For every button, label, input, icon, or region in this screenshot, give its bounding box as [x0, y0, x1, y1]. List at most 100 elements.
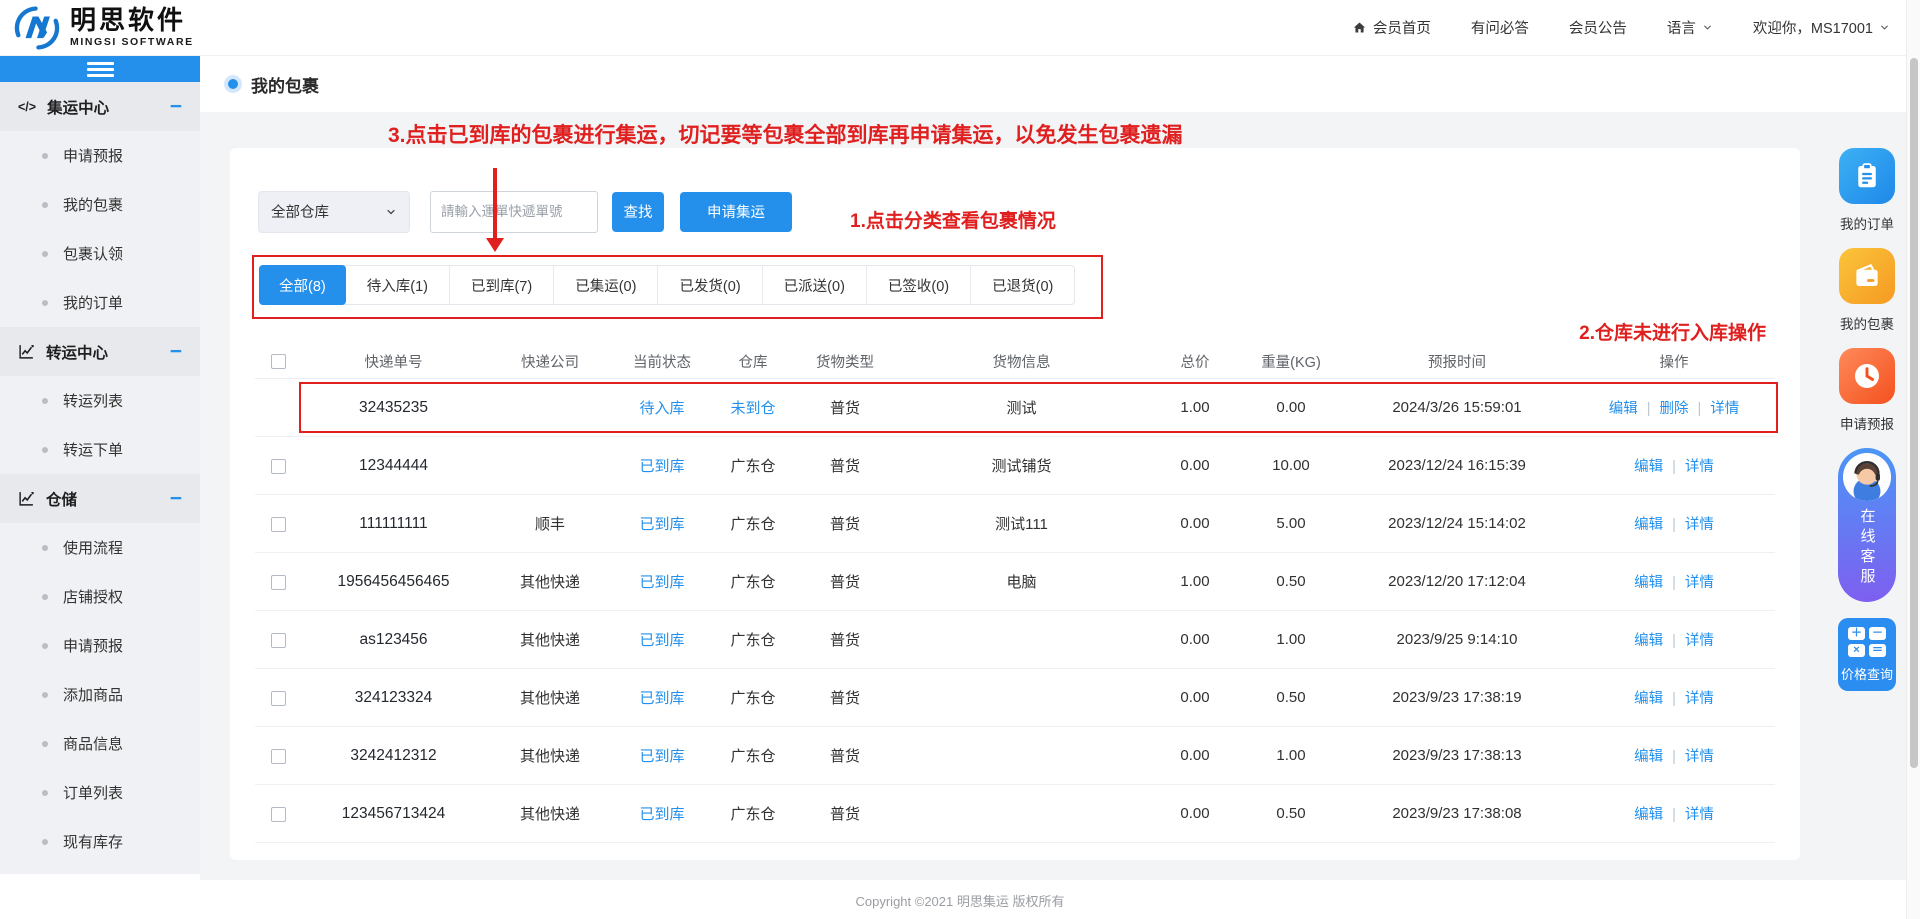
row-checkbox[interactable] [271, 633, 286, 648]
row-action-link[interactable]: 编辑 [1609, 397, 1638, 418]
sidebar-toggle-button[interactable] [0, 56, 200, 82]
cell-status[interactable]: 已到库 [614, 513, 710, 534]
row-action-link[interactable]: 编辑 [1634, 629, 1663, 650]
cell-goods-type: 普货 [796, 571, 894, 592]
top-nav-item-3[interactable]: 语言 [1667, 17, 1713, 38]
page-title-bar: 我的包裹 [200, 56, 1920, 112]
status-tab-2[interactable]: 已到库(7) [450, 266, 554, 304]
cell-status[interactable]: 已到库 [614, 455, 710, 476]
sidebar-item[interactable]: 包裹认领 [0, 229, 200, 278]
quick-packages-button[interactable] [1839, 248, 1895, 304]
row-action-link[interactable]: 详情 [1689, 397, 1740, 418]
status-tab-0[interactable]: 全部(8) [259, 265, 346, 305]
select-all-checkbox[interactable] [271, 354, 286, 369]
tracking-search-input[interactable] [430, 191, 598, 233]
chart-icon [18, 343, 35, 360]
sidebar-section-0[interactable]: </>集运中心− [0, 82, 200, 131]
status-tab-4[interactable]: 已发货(0) [658, 266, 762, 304]
row-action-link[interactable]: 删除 [1638, 397, 1689, 418]
scrollbar-thumb[interactable] [1910, 58, 1918, 768]
cell-status[interactable]: 已到库 [614, 745, 710, 766]
cell-forecast-time: 2023/9/23 17:38:13 [1341, 747, 1573, 764]
row-action-link[interactable]: 编辑 [1634, 687, 1663, 708]
sidebar-item[interactable]: 转运下单 [0, 425, 200, 474]
sidebar-item[interactable]: 申请预报 [0, 621, 200, 670]
page-title: 我的包裹 [251, 72, 319, 97]
sidebar-section-2[interactable]: 仓储− [0, 474, 200, 523]
page-scrollbar[interactable] [1906, 0, 1920, 919]
row-action-link[interactable]: 详情 [1663, 629, 1714, 650]
cell-weight: 10.00 [1241, 457, 1341, 474]
top-nav-item-1[interactable]: 有问必答 [1471, 17, 1529, 38]
annotation-step3: 3.点击已到库的包裹进行集运，切记要等包裹全部到库再申请集运，以免发生包裹遗漏 [388, 119, 1183, 149]
row-action-link[interactable]: 编辑 [1634, 803, 1663, 824]
annotation-step2: 2.仓库未进行入库操作 [1579, 318, 1766, 345]
sidebar-section-1[interactable]: 转运中心− [0, 327, 200, 376]
quick-clock-button[interactable] [1839, 348, 1895, 404]
sidebar-item[interactable]: 添加商品 [0, 670, 200, 719]
collapse-minus-icon[interactable]: − [170, 488, 182, 509]
row-action-link[interactable]: 编辑 [1634, 455, 1663, 476]
cell-status[interactable]: 已到库 [614, 629, 710, 650]
cell-warehouse: 广东仓 [710, 571, 796, 592]
cell-status[interactable]: 已到库 [614, 687, 710, 708]
row-checkbox[interactable] [271, 517, 286, 532]
column-header: 预报时间 [1341, 351, 1573, 372]
sidebar-item[interactable]: 店铺授权 [0, 572, 200, 621]
cell-status[interactable]: 已到库 [614, 803, 710, 824]
row-checkbox[interactable] [271, 749, 286, 764]
sidebar-item[interactable]: 订单列表 [0, 768, 200, 817]
cell-actions: 编辑删除详情 [1573, 397, 1775, 418]
warehouse-select[interactable]: 全部仓库 [258, 191, 410, 233]
row-action-link[interactable]: 详情 [1663, 571, 1714, 592]
online-customer-service-button[interactable]: 在线客服 [1838, 448, 1896, 602]
sidebar-item[interactable]: 商品信息 [0, 719, 200, 768]
row-checkbox[interactable] [271, 691, 286, 706]
status-tab-6[interactable]: 已签收(0) [867, 266, 971, 304]
row-action-link[interactable]: 编辑 [1634, 571, 1663, 592]
row-checkbox[interactable] [271, 807, 286, 822]
collapse-minus-icon[interactable]: − [170, 341, 182, 362]
apply-consolidation-button[interactable]: 申请集运 [680, 192, 792, 232]
cell-status[interactable]: 待入库 [614, 397, 710, 418]
top-nav-item-0[interactable]: 会员首页 [1352, 17, 1431, 38]
collapse-minus-icon[interactable]: − [170, 96, 182, 117]
status-tab-3[interactable]: 已集运(0) [554, 266, 658, 304]
top-nav: 会员首页 有问必答 会员公告 语言 欢迎你，MS17001 [1352, 17, 1920, 38]
status-tab-1[interactable]: 待入库(1) [346, 266, 450, 304]
table-header-row: 快递单号快递公司当前状态仓库货物类型货物信息总价重量(KG)预报时间操作 [255, 345, 1775, 379]
sidebar-item[interactable]: 我的订单 [0, 278, 200, 327]
quick-action-label: 我的订单 [1840, 213, 1894, 233]
sidebar-item[interactable]: 申请预报 [0, 131, 200, 180]
cell-status[interactable]: 已到库 [614, 571, 710, 592]
sidebar-item[interactable]: 转运列表 [0, 376, 200, 425]
row-action-link[interactable]: 编辑 [1634, 745, 1663, 766]
sidebar-item-label: 转运下单 [63, 439, 123, 460]
status-tab-5[interactable]: 已派送(0) [763, 266, 867, 304]
status-tabs: 全部(8)待入库(1)已到库(7)已集运(0)已发货(0)已派送(0)已签收(0… [259, 265, 1075, 305]
row-checkbox[interactable] [271, 459, 286, 474]
row-action-link[interactable]: 详情 [1663, 745, 1714, 766]
row-action-link[interactable]: 详情 [1663, 513, 1714, 534]
status-tab-7[interactable]: 已退货(0) [971, 266, 1074, 304]
search-button[interactable]: 查找 [612, 192, 664, 232]
cell-tracking-no: 3242412312 [301, 747, 486, 765]
row-action-link[interactable]: 详情 [1663, 455, 1714, 476]
row-action-link[interactable]: 详情 [1663, 803, 1714, 824]
sidebar-menu: </>集运中心−申请预报我的包裹包裹认领我的订单转运中心−转运列表转运下单仓储−… [0, 82, 200, 866]
sidebar-item[interactable]: 我的包裹 [0, 180, 200, 229]
top-nav-item-2[interactable]: 会员公告 [1569, 17, 1627, 38]
row-checkbox[interactable] [271, 575, 286, 590]
sidebar-item[interactable]: 使用流程 [0, 523, 200, 572]
cell-tracking-no: as123456 [301, 631, 486, 649]
row-action-link[interactable]: 详情 [1663, 687, 1714, 708]
cell-goods-info: 测试111 [894, 513, 1149, 534]
brand-subtitle: MINGSI SOFTWARE [70, 37, 194, 49]
top-nav-item-4[interactable]: 欢迎你，MS17001 [1753, 17, 1890, 38]
cell-goods-type: 普货 [796, 745, 894, 766]
cell-warehouse: 广东仓 [710, 803, 796, 824]
quick-orders-button[interactable] [1839, 148, 1895, 204]
row-action-link[interactable]: 编辑 [1634, 513, 1663, 534]
sidebar-item[interactable]: 现有库存 [0, 817, 200, 866]
price-query-button[interactable]: ＋－×＝价格查询 [1838, 618, 1896, 691]
